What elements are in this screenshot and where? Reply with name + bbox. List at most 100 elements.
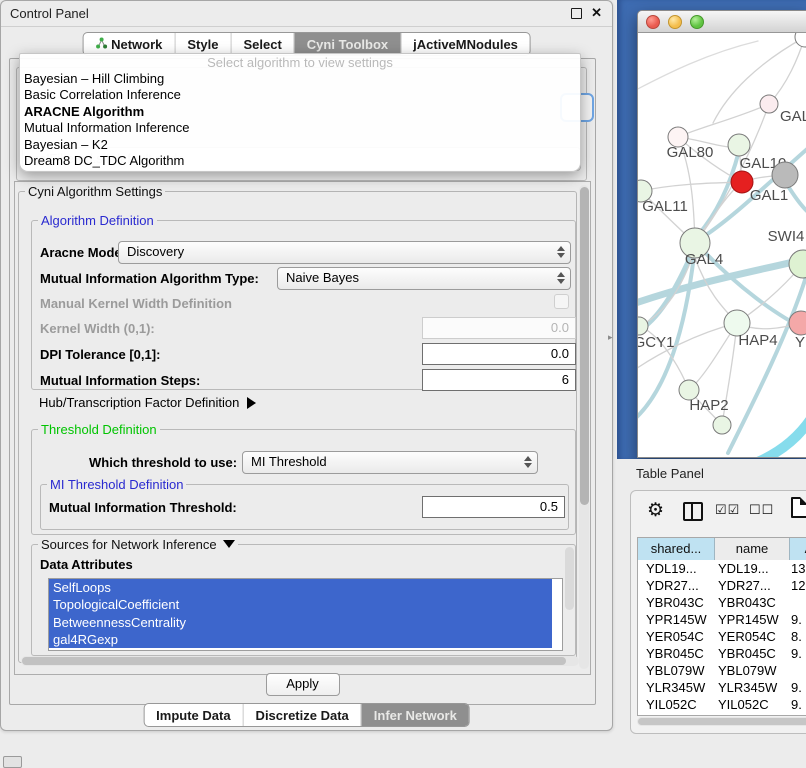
- algorithm-dropdown-item[interactable]: Basic Correlation Inference: [20, 87, 580, 103]
- table-column-header[interactable]: A: [790, 538, 806, 560]
- network-node-label: HAP2: [689, 397, 728, 414]
- network-node[interactable]: [795, 33, 806, 47]
- group-title: Cyni Algorithm Settings: [25, 184, 165, 199]
- aracne-mode-label: Aracne Mode:: [40, 245, 126, 260]
- network-node-label: HAP4: [738, 332, 777, 349]
- columns-icon[interactable]: [683, 502, 703, 521]
- table-horizontal-scrollbar[interactable]: [637, 717, 806, 726]
- data-attribute-item[interactable]: SelfLoops: [49, 579, 552, 596]
- network-node[interactable]: [760, 95, 778, 113]
- hub-transcription-factor-toggle[interactable]: Hub/Transcription Factor Definition: [39, 395, 256, 410]
- combo-arrows-icon: [556, 271, 564, 285]
- cut-off-corner-button[interactable]: [3, 756, 22, 768]
- network-edge[interactable]: [728, 277, 806, 453]
- tab-label: Infer Network: [374, 708, 457, 723]
- control-panel-tab[interactable]: Network: [83, 33, 174, 55]
- mi-threshold-input[interactable]: 0.5: [422, 496, 565, 518]
- bottom-tabbar: Impute Data Discretize Data Infer Networ…: [143, 703, 470, 727]
- algorithm-dropdown-item[interactable]: Dream8 DC_TDC Algorithm: [20, 153, 580, 169]
- table-column-header[interactable]: shared...: [638, 538, 715, 560]
- control-panel-tab[interactable]: jActiveMNodules: [400, 33, 530, 55]
- control-panel-tab[interactable]: Select: [230, 33, 293, 55]
- kernel-width-input[interactable]: 0.0: [422, 317, 576, 339]
- data-attributes-label: Data Attributes: [40, 557, 133, 572]
- algorithm-dropdown-item[interactable]: Mutual Information Inference: [20, 120, 580, 136]
- split-pane-handle[interactable]: ▸: [608, 332, 613, 343]
- mi-algorithm-type-combo[interactable]: Naive Bayes: [277, 267, 571, 290]
- which-threshold-combo[interactable]: MI Threshold: [242, 451, 538, 474]
- apply-button[interactable]: Apply: [266, 673, 340, 696]
- file-icon[interactable]: [791, 497, 806, 518]
- tab-label: Cyni Toolbox: [307, 37, 388, 52]
- select-all-checkboxes-icon[interactable]: ☑☑: [715, 502, 740, 518]
- settings-vertical-scrollbar[interactable]: [579, 185, 589, 669]
- table-row[interactable]: YIL052C YIL052C 9.: [638, 696, 806, 713]
- algorithm-dropdown-item[interactable]: ARACNE Algorithm: [20, 104, 580, 120]
- network-node[interactable]: [772, 162, 798, 188]
- algorithm-dropdown-item[interactable]: Bayesian – Hill Climbing: [20, 71, 580, 87]
- control-panel: Control Panel ✕ Network Style Select Cyn…: [0, 0, 613, 731]
- control-panel-tab[interactable]: Style: [174, 33, 230, 55]
- cyni-algorithm-settings-group: Cyni Algorithm Settings Algorithm Defini…: [18, 191, 577, 663]
- tab-label: Discretize Data: [256, 708, 349, 723]
- network-view-window[interactable]: GALGAL80GAL10GAL1GAL11GAL4SWI4GCY1HAP4YH…: [637, 10, 806, 458]
- table-row[interactable]: YBR045C YBR045C 9.: [638, 645, 806, 662]
- network-graph: GALGAL80GAL10GAL1GAL11GAL4SWI4GCY1HAP4YH…: [638, 33, 806, 457]
- network-tab-icon: [95, 37, 107, 52]
- aracne-mode-combo[interactable]: Discovery: [118, 241, 571, 264]
- mi-threshold-label: Mutual Information Threshold:: [49, 500, 237, 515]
- node-table: shared...nameA YDL19... YDL19... 13 YDR2…: [637, 537, 806, 716]
- control-panel-title: Control Panel: [1, 1, 612, 27]
- table-header-row: shared...nameA: [638, 538, 806, 560]
- table-row[interactable]: YLR345W YLR345W 9.: [638, 679, 806, 696]
- table-row[interactable]: YDR27... YDR27... 12: [638, 577, 806, 594]
- sources-toggle[interactable]: Sources for Network Inference: [38, 537, 238, 552]
- network-node-label: GAL80: [667, 144, 714, 161]
- table-row[interactable]: YDL19... YDL19... 13: [638, 560, 806, 577]
- which-threshold-label: Which threshold to use:: [89, 455, 237, 470]
- mi-steps-input[interactable]: 6: [422, 369, 576, 391]
- network-canvas[interactable]: GALGAL80GAL10GAL1GAL11GAL4SWI4GCY1HAP4YH…: [638, 33, 806, 457]
- mi-threshold-definition-group: MI Threshold Definition Mutual Informati…: [40, 484, 569, 530]
- data-attribute-item[interactable]: TopologicalCoefficient: [49, 596, 552, 613]
- data-attribute-item[interactable]: gal4RGexp: [49, 631, 552, 648]
- algorithm-dropdown-item[interactable]: Bayesian – K2: [20, 137, 580, 153]
- table-row[interactable]: YPR145W YPR145W 9.: [638, 611, 806, 628]
- table-row[interactable]: YBR043C YBR043C: [638, 594, 806, 611]
- network-node[interactable]: [789, 250, 806, 278]
- table-row[interactable]: YBL079W YBL079W: [638, 662, 806, 679]
- bottom-tab[interactable]: Impute Data: [144, 704, 242, 726]
- network-node[interactable]: [638, 317, 648, 335]
- table-body: YDL19... YDL19... 13 YDR27... YDR27... 1…: [638, 560, 806, 713]
- list-scrollbar[interactable]: [565, 547, 574, 610]
- minimize-traffic-light-icon[interactable]: [668, 15, 682, 29]
- bottom-tab[interactable]: Discretize Data: [243, 704, 361, 726]
- network-node[interactable]: [713, 416, 731, 434]
- data-attributes-list[interactable]: SelfLoopsTopologicalCoefficientBetweenne…: [48, 578, 563, 651]
- manual-kernel-width-checkbox[interactable]: [554, 294, 569, 309]
- data-attribute-item[interactable]: BetweennessCentrality: [49, 614, 552, 631]
- close-icon[interactable]: ✕: [591, 6, 602, 20]
- control-panel-tab[interactable]: Cyni Toolbox: [294, 33, 400, 55]
- network-window-titlebar[interactable]: [638, 11, 806, 33]
- network-edge[interactable]: [750, 411, 806, 457]
- network-node-label: GAL1: [750, 187, 788, 204]
- table-column-header[interactable]: name: [715, 538, 790, 560]
- gear-icon[interactable]: ⚙: [647, 499, 664, 522]
- settings-horizontal-scrollbar[interactable]: [21, 656, 579, 666]
- bottom-tab[interactable]: Infer Network: [361, 704, 469, 726]
- network-node[interactable]: [728, 134, 750, 156]
- zoom-traffic-light-icon[interactable]: [690, 15, 704, 29]
- settings-scroll-pane: Cyni Algorithm Settings Algorithm Defini…: [14, 181, 591, 675]
- network-node-label: GAL11: [642, 198, 688, 215]
- table-row[interactable]: YER054C YER054C 8.: [638, 628, 806, 645]
- table-panel-area: Table Panel ⚙ ☑☑ ☐☐ shared...nameA YDL19…: [617, 459, 806, 762]
- network-edge[interactable]: [698, 151, 739, 235]
- close-traffic-light-icon[interactable]: [646, 15, 660, 29]
- float-window-icon[interactable]: [571, 8, 582, 19]
- deselect-all-checkboxes-icon[interactable]: ☐☐: [749, 502, 774, 518]
- mi-algorithm-type-label: Mutual Information Algorithm Type:: [40, 271, 259, 286]
- network-edge[interactable]: [678, 104, 769, 137]
- dpi-tolerance-input[interactable]: 0.0: [422, 343, 576, 365]
- group-title: Algorithm Definition: [38, 213, 157, 228]
